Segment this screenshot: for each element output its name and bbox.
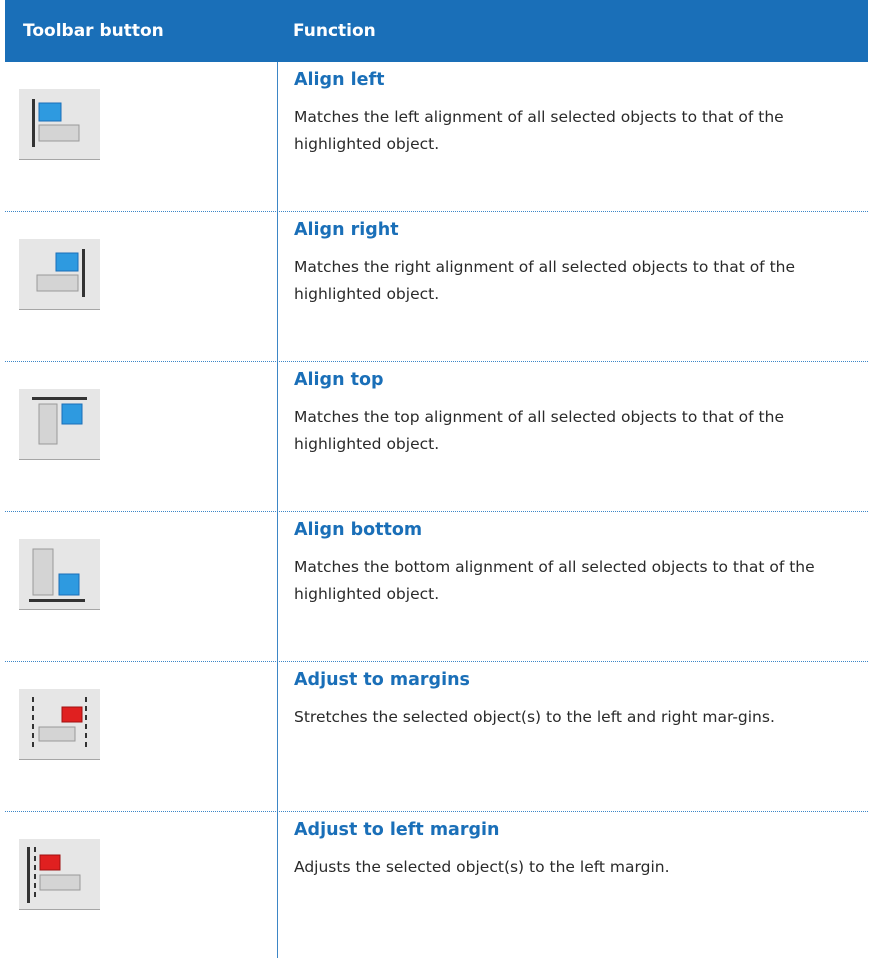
header-toolbar-button: Toolbar button: [23, 21, 164, 41]
align-bottom-button[interactable]: [19, 539, 100, 610]
table-row: Adjust to left margin Adjusts the select…: [5, 812, 868, 958]
align-bottom-icon: [29, 548, 85, 602]
align-left-button[interactable]: [19, 89, 100, 160]
row-title: Align top: [294, 370, 384, 390]
align-left-icon: [32, 99, 80, 147]
table-header: Toolbar button Function: [5, 0, 868, 62]
toolbar-table: Toolbar button Function Align left Match…: [5, 0, 868, 958]
row-description: Stretches the selected object(s) to the …: [294, 708, 775, 726]
table-row: Align bottom Matches the bottom alignmen…: [5, 512, 868, 662]
align-top-icon: [32, 397, 87, 445]
row-title: Adjust to margins: [294, 670, 470, 690]
align-top-button[interactable]: [19, 389, 100, 460]
adjust-to-margins-icon: [32, 697, 87, 751]
row-description: Matches the bottom alignment of all sele…: [294, 558, 815, 603]
adjust-to-left-margin-button[interactable]: [19, 839, 100, 910]
adjust-to-left-margin-icon: [27, 847, 81, 903]
table-row: Align left Matches the left alignment of…: [5, 62, 868, 212]
table-row: Adjust to margins Stretches the selected…: [5, 662, 868, 812]
align-right-icon: [36, 249, 85, 297]
table-row: Align right Matches the right alignment …: [5, 212, 868, 362]
row-title: Align bottom: [294, 520, 423, 540]
align-right-button[interactable]: [19, 239, 100, 310]
row-description: Matches the right alignment of all selec…: [294, 258, 796, 303]
row-description: Matches the left alignment of all select…: [294, 108, 784, 153]
table-row: Align top Matches the top alignment of a…: [5, 362, 868, 512]
row-description: Matches the top alignment of all selecte…: [294, 408, 784, 453]
row-title: Adjust to left margin: [294, 820, 500, 840]
row-description: Adjusts the selected object(s) to the le…: [294, 858, 670, 876]
row-title: Align right: [294, 220, 399, 240]
header-function: Function: [293, 21, 376, 41]
row-title: Align left: [294, 70, 385, 90]
adjust-to-margins-button[interactable]: [19, 689, 100, 760]
